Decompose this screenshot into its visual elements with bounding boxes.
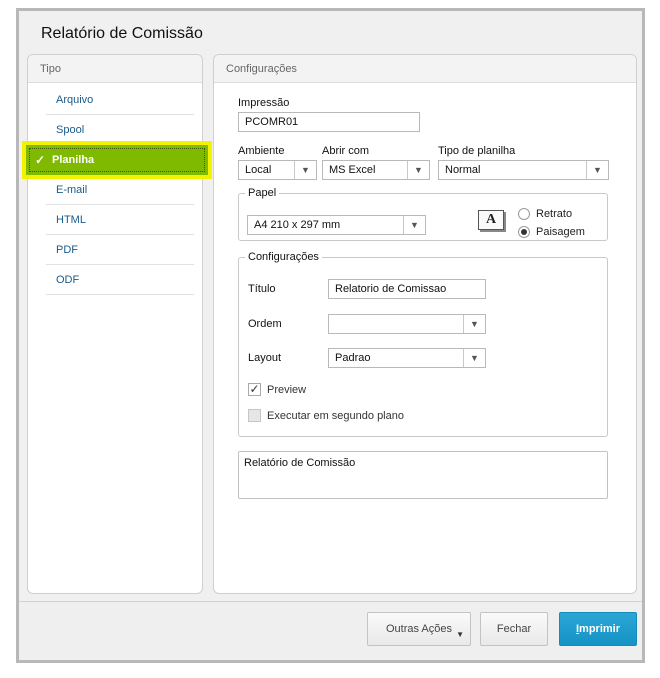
papel-legend: Papel	[248, 187, 277, 199]
tipo-item-email[interactable]: E-mail	[46, 175, 194, 205]
ordem-label: Ordem	[248, 318, 282, 330]
titulo-input[interactable]: Relatorio de Comissao	[328, 279, 486, 299]
tipo-item-arquivo[interactable]: Arquivo	[46, 85, 194, 115]
radio-indicator	[518, 208, 530, 220]
tipo-planilha-label: Tipo de planilha	[438, 145, 516, 157]
preview-checkbox[interactable]: ✓ Preview	[248, 383, 306, 396]
layout-label: Layout	[248, 352, 282, 364]
fechar-button[interactable]: Fechar	[480, 612, 548, 646]
chevron-down-icon[interactable]: ▼	[586, 161, 608, 179]
description-textarea[interactable]: Relatório de Comissão	[238, 451, 608, 499]
tipo-item-planilha[interactable]: ✓ Planilha	[22, 141, 212, 179]
segundo-plano-label: Executar em segundo plano	[267, 409, 404, 422]
titulo-label: Título	[248, 283, 276, 295]
radio-retrato-label: Retrato	[536, 208, 573, 220]
checkmark-icon: ✓	[35, 153, 46, 167]
papel-size-select[interactable]: A4 210 x 297 mm ▼	[247, 215, 426, 235]
impressao-input[interactable]: PCOMR01	[238, 112, 420, 132]
impressao-label: Impressão	[238, 97, 290, 109]
radio-retrato[interactable]: Retrato	[518, 208, 572, 220]
dialog-title: Relatório de Comissão	[41, 25, 203, 42]
tipo-panel-header: Tipo	[28, 55, 202, 83]
preview-label: Preview	[267, 383, 307, 396]
chevron-down-icon: ▼	[456, 630, 464, 639]
tipo-item-pdf[interactable]: PDF	[46, 235, 194, 265]
tipo-item-spool[interactable]: Spool	[46, 115, 194, 145]
checkbox-indicator	[248, 409, 261, 422]
chevron-down-icon[interactable]: ▼	[463, 349, 485, 367]
tipo-item-odf[interactable]: ODF	[46, 265, 194, 295]
configuracoes-panel-header: Configurações	[214, 55, 636, 83]
tipo-item-label: Planilha	[52, 154, 95, 166]
chevron-down-icon[interactable]: ▼	[403, 216, 425, 234]
imprimir-button[interactable]: Imprimir	[559, 612, 637, 646]
chevron-down-icon[interactable]: ▼	[463, 315, 485, 333]
imprimir-label: mprimir	[579, 623, 621, 635]
radio-paisagem[interactable]: Paisagem	[518, 226, 585, 238]
checkmark-icon: ✓	[248, 382, 261, 396]
tipo-panel: Tipo Arquivo Spool ✓ Planilha E-mail HTML…	[22, 54, 212, 594]
papel-size-value: A4 210 x 297 mm	[254, 219, 341, 231]
ambiente-value: Local	[245, 164, 272, 176]
layout-value: Padrao	[335, 352, 371, 364]
dialog-footer: Outras Ações ▼ Fechar Imprimir	[19, 601, 642, 659]
tipo-planilha-select[interactable]: Normal ▼	[438, 160, 609, 180]
tipo-list: Arquivo Spool ✓ Planilha E-mail HTML PDF …	[22, 85, 212, 295]
outras-acoes-button[interactable]: Outras Ações ▼	[367, 612, 471, 646]
tipo-item-html[interactable]: HTML	[46, 205, 194, 235]
tipo-planilha-value: Normal	[445, 164, 481, 176]
configuracoes-panel: Configurações Impressão PCOMR01 Ambiente…	[213, 54, 637, 594]
paper-orientation-icon: A	[478, 210, 504, 230]
layout-select[interactable]: Padrao ▼	[328, 348, 486, 368]
abrir-com-value: MS Excel	[329, 164, 376, 176]
radio-indicator	[518, 226, 530, 238]
chevron-down-icon[interactable]: ▼	[294, 161, 316, 179]
segundo-plano-checkbox[interactable]: Executar em segundo plano	[248, 409, 404, 422]
configuracoes-legend: Configurações	[248, 251, 319, 263]
ambiente-label: Ambiente	[238, 145, 285, 157]
abrir-com-label: Abrir com	[322, 145, 370, 157]
radio-paisagem-label: Paisagem	[536, 226, 585, 238]
ordem-select[interactable]: ▼	[328, 314, 486, 334]
abrir-com-select[interactable]: MS Excel ▼	[322, 160, 430, 180]
outras-acoes-label: Outras Ações	[385, 623, 453, 635]
chevron-down-icon[interactable]: ▼	[407, 161, 429, 179]
report-dialog: Relatório de Comissão Tipo Arquivo Spool…	[16, 8, 645, 663]
ambiente-select[interactable]: Local ▼	[238, 160, 317, 180]
